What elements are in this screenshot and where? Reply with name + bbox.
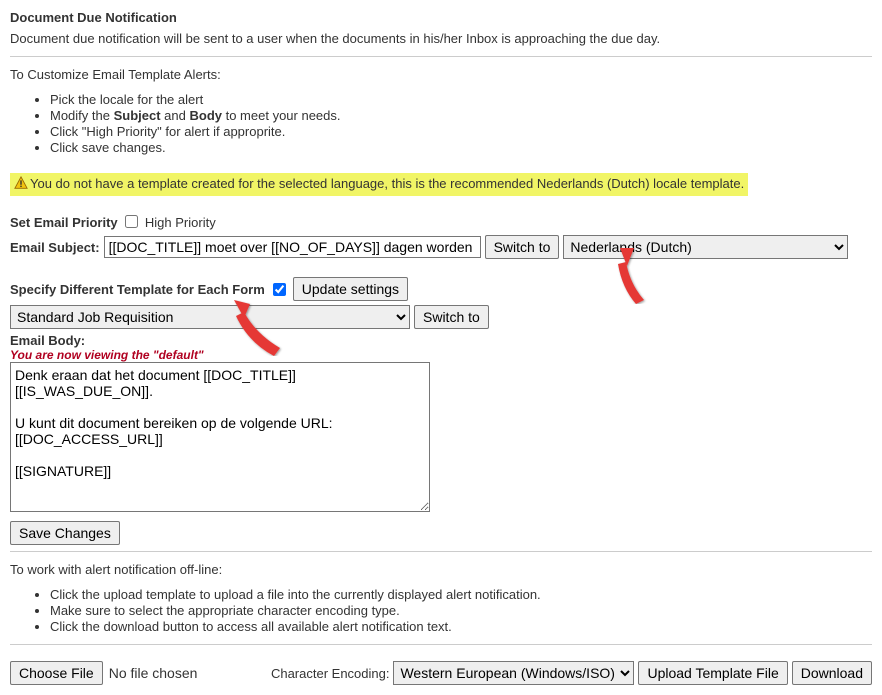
switch-to-form-button[interactable]: Switch to: [414, 305, 489, 329]
divider: [10, 551, 872, 552]
text-bold: Body: [189, 108, 222, 123]
high-priority-checkbox[interactable]: [125, 215, 138, 228]
text: to meet your needs.: [222, 108, 341, 123]
list-item: Click the download button to access all …: [50, 619, 872, 634]
save-changes-button[interactable]: Save Changes: [10, 521, 120, 545]
warning-banner: You do not have a template created for t…: [10, 173, 748, 196]
warning-text: You do not have a template created for t…: [30, 176, 744, 191]
divider: [10, 56, 872, 57]
offline-list: Click the upload template to upload a fi…: [10, 587, 872, 634]
default-note: You are now viewing the "default": [10, 348, 872, 362]
list-item: Click the upload template to upload a fi…: [50, 587, 872, 602]
specify-checkbox[interactable]: [273, 283, 286, 296]
list-item: Make sure to select the appropriate char…: [50, 603, 872, 618]
text-bold: Subject: [114, 108, 161, 123]
text: Modify the: [50, 108, 114, 123]
subject-input[interactable]: [104, 236, 481, 258]
priority-checkbox-label: High Priority: [145, 215, 216, 230]
warning-icon: [14, 176, 28, 193]
list-item: Click save changes.: [50, 140, 872, 155]
encoding-label: Character Encoding:: [271, 666, 390, 681]
list-item: Modify the Subject and Body to meet your…: [50, 108, 872, 123]
specify-label: Specify Different Template for Each Form: [10, 282, 265, 297]
page-description: Document due notification will be sent t…: [10, 31, 872, 46]
upload-template-button[interactable]: Upload Template File: [638, 661, 787, 685]
encoding-select[interactable]: Western European (Windows/ISO): [393, 661, 634, 685]
file-status: No file chosen: [109, 665, 198, 681]
divider: [10, 644, 872, 645]
body-label: Email Body:: [10, 333, 85, 348]
list-item: Click "High Priority" for alert if appro…: [50, 124, 872, 139]
priority-label: Set Email Priority: [10, 215, 118, 230]
update-settings-button[interactable]: Update settings: [293, 277, 408, 301]
subject-label: Email Subject:: [10, 240, 100, 255]
customize-intro: To Customize Email Template Alerts:: [10, 67, 872, 82]
customize-list: Pick the locale for the alert Modify the…: [10, 92, 872, 155]
list-item: Pick the locale for the alert: [50, 92, 872, 107]
form-select[interactable]: Standard Job Requisition: [10, 305, 410, 329]
body-textarea[interactable]: [10, 362, 430, 512]
page-title: Document Due Notification: [10, 10, 872, 25]
download-button[interactable]: Download: [792, 661, 872, 685]
locale-select[interactable]: Nederlands (Dutch): [563, 235, 848, 259]
switch-to-locale-button[interactable]: Switch to: [485, 235, 560, 259]
text: and: [161, 108, 190, 123]
choose-file-button[interactable]: Choose File: [10, 661, 103, 685]
offline-intro: To work with alert notification off-line…: [10, 562, 872, 577]
